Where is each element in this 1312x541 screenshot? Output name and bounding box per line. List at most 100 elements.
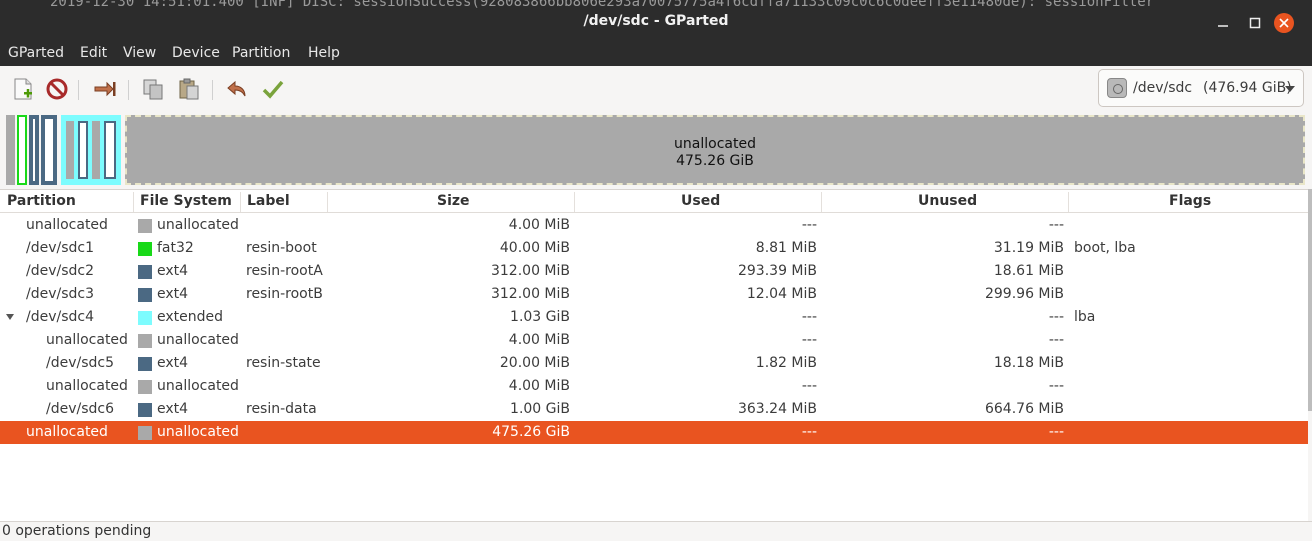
status-bar: 0 operations pending xyxy=(0,521,1312,541)
column-separator xyxy=(1068,192,1069,212)
undo-button[interactable] xyxy=(224,76,250,102)
col-unused[interactable]: Unused xyxy=(918,193,977,209)
maximize-button[interactable] xyxy=(1244,12,1266,34)
cell-size: 1.03 GiB xyxy=(510,309,570,325)
table-row[interactable]: /dev/sdc5 ext4 resin-state 20.00 MiB 1.82 Mi… xyxy=(0,352,1308,375)
column-separator xyxy=(327,192,328,212)
paste-button[interactable] xyxy=(176,76,202,102)
cell-filesystem: ext4 xyxy=(157,401,189,417)
chevron-down-icon xyxy=(1285,86,1295,92)
cell-used: 1.82 MiB xyxy=(755,355,817,371)
cell-unused: 18.61 MiB xyxy=(993,263,1064,279)
map-unallocated-1[interactable] xyxy=(6,115,15,185)
col-partition[interactable]: Partition xyxy=(7,193,76,209)
cell-size: 1.00 GiB xyxy=(510,401,570,417)
cell-used: 363.24 MiB xyxy=(737,401,817,417)
scrollbar[interactable] xyxy=(1308,189,1312,411)
cell-partition: /dev/sdc6 xyxy=(46,401,115,417)
close-button[interactable] xyxy=(1274,13,1294,33)
toolbar-separator xyxy=(212,80,213,100)
cell-label: resin-rootB xyxy=(246,286,323,302)
map-partition-sdc4[interactable] xyxy=(61,115,121,185)
minimize-button[interactable] xyxy=(1212,12,1234,34)
menu-partition[interactable]: Partition xyxy=(232,45,290,61)
table-row[interactable]: /dev/sdc2 ext4 resin-rootA 312.00 MiB 293.39… xyxy=(0,260,1308,283)
col-label[interactable]: Label xyxy=(247,193,290,209)
table-row[interactable]: /dev/sdc6 ext4 resin-data 1.00 GiB 363.24 Mi… xyxy=(0,398,1308,421)
menu-gparted[interactable]: GParted xyxy=(8,45,64,61)
apply-icon xyxy=(262,80,284,99)
filesystem-color-swatch xyxy=(138,219,152,233)
cell-label: resin-data xyxy=(246,401,317,417)
cell-unused: --- xyxy=(1048,309,1064,325)
menu-view[interactable]: View xyxy=(123,45,156,61)
undo-icon xyxy=(227,80,246,97)
expander-icon[interactable] xyxy=(6,314,14,320)
menu-edit[interactable]: Edit xyxy=(80,45,107,61)
table-row[interactable]: unallocated unallocated 4.00 MiB --- --- xyxy=(0,329,1308,352)
filesystem-color-swatch xyxy=(138,334,152,348)
cell-unused: --- xyxy=(1048,424,1064,440)
close-icon xyxy=(1279,18,1289,28)
cell-partition: /dev/sdc4 xyxy=(26,309,95,325)
cell-partition: unallocated xyxy=(46,332,128,348)
harddisk-icon xyxy=(1107,78,1127,98)
cell-partition: unallocated xyxy=(46,378,128,394)
map-unallocated-label: unallocated xyxy=(674,136,756,152)
map-partition-sdc2[interactable] xyxy=(29,115,39,185)
menu-device[interactable]: Device xyxy=(172,45,220,61)
minimize-icon xyxy=(1218,25,1228,27)
map-partition-sdc1[interactable] xyxy=(17,115,27,185)
column-separator xyxy=(240,192,241,212)
filesystem-color-swatch xyxy=(138,242,152,256)
col-used[interactable]: Used xyxy=(681,193,720,209)
filesystem-color-swatch xyxy=(138,357,152,371)
device-name: /dev/sdc xyxy=(1133,80,1193,96)
table-row[interactable]: unallocated unallocated 4.00 MiB --- --- xyxy=(0,214,1308,237)
partition-map: unallocated 475.26 GiB xyxy=(5,112,1307,188)
new-partition-button[interactable] xyxy=(10,76,36,102)
cell-used: 8.81 MiB xyxy=(755,240,817,256)
table-row[interactable]: unallocated unallocated 4.00 MiB --- --- xyxy=(0,375,1308,398)
apply-button[interactable] xyxy=(260,76,286,102)
cell-size: 40.00 MiB xyxy=(499,240,570,256)
table-row[interactable]: /dev/sdc3 ext4 resin-rootB 312.00 MiB 12.04 … xyxy=(0,283,1308,306)
toolbar-separator xyxy=(78,80,79,100)
copy-button[interactable] xyxy=(140,76,166,102)
map-unallocated-selected[interactable]: unallocated 475.26 GiB xyxy=(125,115,1305,185)
cell-unused: --- xyxy=(1048,217,1064,233)
status-text: 0 operations pending xyxy=(2,523,152,539)
cell-unused: 18.18 MiB xyxy=(993,355,1064,371)
cell-filesystem: unallocated xyxy=(157,378,239,394)
cell-partition: /dev/sdc2 xyxy=(26,263,95,279)
partition-table: Partition File System Label Size Used Un… xyxy=(0,189,1308,521)
menu-help[interactable]: Help xyxy=(308,45,340,61)
cell-filesystem: extended xyxy=(157,309,224,325)
table-header: Partition File System Label Size Used Un… xyxy=(0,190,1308,213)
cell-filesystem: unallocated xyxy=(157,332,239,348)
cell-size: 20.00 MiB xyxy=(499,355,570,371)
column-separator xyxy=(133,192,134,212)
col-flags[interactable]: Flags xyxy=(1169,193,1211,209)
cell-filesystem: fat32 xyxy=(157,240,194,256)
cell-partition: /dev/sdc5 xyxy=(46,355,115,371)
cell-partition: /dev/sdc1 xyxy=(26,240,95,256)
paste-icon xyxy=(179,78,199,100)
device-size: (476.94 GiB) xyxy=(1203,80,1292,96)
table-row[interactable]: unallocated unallocated 475.26 GiB --- --- xyxy=(0,421,1308,444)
filesystem-color-swatch xyxy=(138,288,152,302)
delete-button[interactable] xyxy=(44,76,70,102)
cell-filesystem: unallocated xyxy=(157,217,239,233)
background-terminal-text: 2019-12-30 14:51:01.400 [INF] DISC: sess… xyxy=(50,0,1155,10)
table-row[interactable]: /dev/sdc1 fat32 resin-boot 40.00 MiB 8.81 Mi… xyxy=(0,237,1308,260)
toolbar-separator xyxy=(128,80,129,100)
cell-size: 4.00 MiB xyxy=(508,332,570,348)
map-unallocated-size: 475.26 GiB xyxy=(676,153,754,169)
table-row[interactable]: /dev/sdc4 extended 1.03 GiB --- --- lba xyxy=(0,306,1308,329)
col-size[interactable]: Size xyxy=(437,193,470,209)
map-partition-sdc3[interactable] xyxy=(41,115,57,185)
col-filesystem[interactable]: File System xyxy=(140,193,232,209)
device-selector[interactable]: /dev/sdc (476.94 GiB) xyxy=(1098,69,1304,107)
resize-move-button[interactable] xyxy=(92,76,118,102)
cell-used: 12.04 MiB xyxy=(746,286,817,302)
